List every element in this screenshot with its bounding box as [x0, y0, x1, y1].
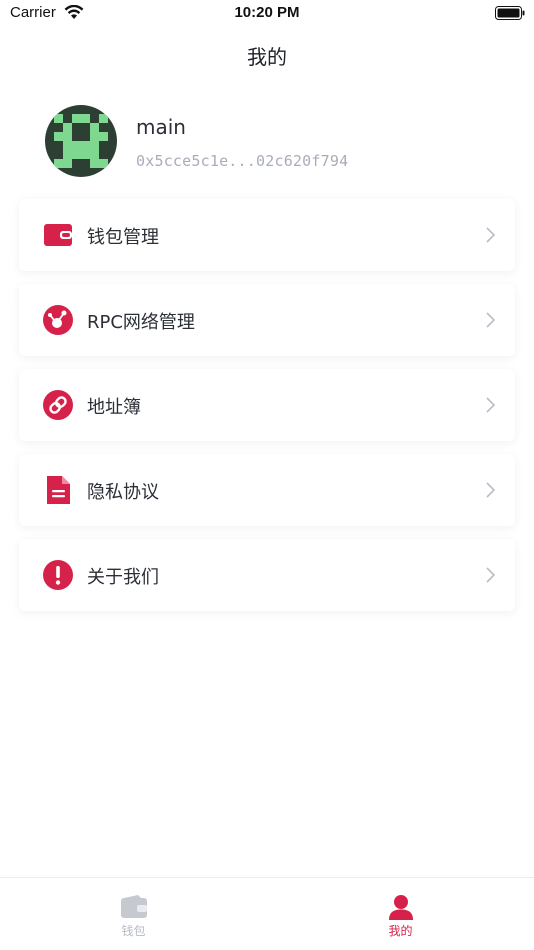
menu-item-address-book[interactable]: 地址簿 — [19, 369, 515, 441]
account-address[interactable]: 0x5cce5c1e...02c620f794 — [136, 152, 348, 170]
status-bar: Carrier 10:20 PM — [0, 0, 534, 28]
chevron-right-icon — [486, 397, 495, 413]
tab-wallet[interactable]: 钱包 — [0, 878, 267, 950]
chevron-right-icon — [486, 312, 495, 328]
link-icon — [43, 390, 73, 420]
clock: 10:20 PM — [234, 4, 300, 21]
wallet-icon — [44, 224, 72, 246]
tab-bar: 钱包 我的 — [0, 877, 534, 950]
menu-item-label: 关于我们 — [87, 567, 159, 588]
chevron-right-icon — [486, 567, 495, 583]
menu-item-privacy-policy[interactable]: 隐私协议 — [19, 454, 515, 526]
info-icon — [43, 560, 73, 590]
chevron-right-icon — [486, 227, 495, 243]
network-icon — [43, 305, 73, 335]
user-tab-icon — [388, 895, 413, 920]
tab-label: 钱包 — [121, 924, 146, 938]
menu-item-label: RPC网络管理 — [87, 312, 195, 333]
tab-mine[interactable]: 我的 — [267, 878, 534, 950]
chevron-right-icon — [486, 482, 495, 498]
menu-item-rpc-network[interactable]: RPC网络管理 — [19, 284, 515, 356]
document-icon — [47, 476, 70, 504]
wallet-tab-icon — [120, 895, 147, 918]
menu-item-label: 地址簿 — [87, 397, 141, 418]
page-title: 我的 — [247, 45, 287, 69]
tab-label: 我的 — [388, 924, 413, 938]
battery-icon — [495, 6, 525, 20]
menu-item-label: 隐私协议 — [87, 482, 159, 503]
identicon-image — [45, 105, 117, 177]
account-name: main — [136, 115, 186, 139]
menu-item-label: 钱包管理 — [87, 227, 159, 248]
avatar[interactable] — [45, 105, 117, 177]
menu-item-wallet-management[interactable]: 钱包管理 — [19, 199, 515, 271]
menu-item-about-us[interactable]: 关于我们 — [19, 539, 515, 611]
